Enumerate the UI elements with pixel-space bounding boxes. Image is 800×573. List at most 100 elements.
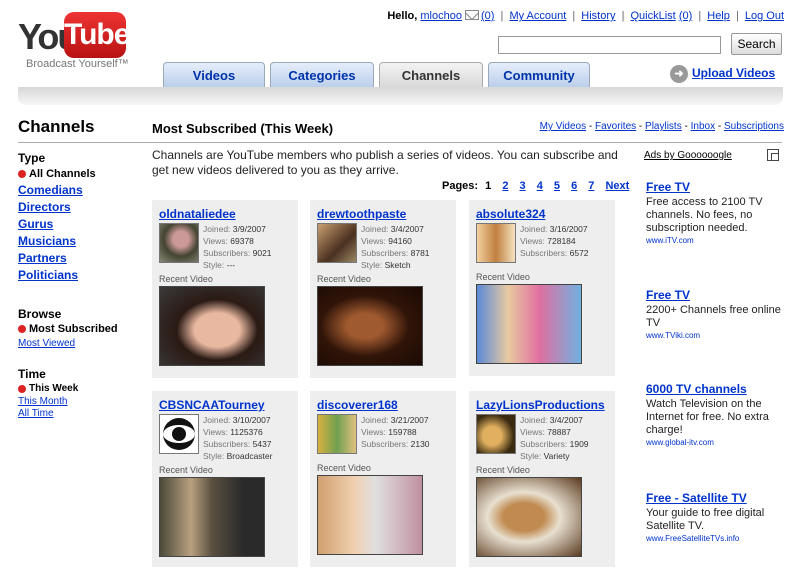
recent-video-thumbnail[interactable] — [159, 286, 265, 366]
channel-stats: Joined: 3/16/2007 Views: 728184 Subscrib… — [520, 224, 589, 258]
sidebar-title: Channels — [18, 117, 95, 136]
page-link[interactable]: 4 — [537, 180, 543, 192]
channel-name-link[interactable]: LazyLionsProductions — [476, 398, 605, 412]
ad-block: Free TV 2200+ Channels free online TV ww… — [646, 288, 791, 340]
ad-url[interactable]: www.FreeSatelliteTVs.info — [646, 534, 791, 543]
my-videos-link[interactable]: My Videos — [540, 121, 587, 132]
ad-title-link[interactable]: 6000 TV channels — [646, 382, 791, 396]
ad-body: Your guide to free digital Satellite TV. — [646, 507, 765, 532]
channel-avatar[interactable] — [476, 223, 516, 263]
page-link[interactable]: 6 — [571, 180, 577, 192]
sidebar-item-comedians[interactable]: Comedians — [18, 183, 143, 197]
channel-avatar[interactable] — [159, 223, 199, 263]
ad-block: 6000 TV channels Watch Television on the… — [646, 382, 791, 447]
recent-video-label: Recent Video — [159, 274, 213, 284]
recent-video-label: Recent Video — [159, 465, 213, 475]
my-account-link[interactable]: My Account — [509, 10, 566, 22]
user-bar: Hello, mlochoo (0) | My Account | Histor… — [387, 10, 784, 22]
tab-channels[interactable]: Channels — [379, 62, 483, 88]
channels-description: Channels are YouTube members who publish… — [152, 148, 618, 177]
ad-title-link[interactable]: Free TV — [646, 288, 791, 302]
subscriptions-link[interactable]: Subscriptions — [724, 121, 784, 132]
logout-link[interactable]: Log Out — [745, 10, 784, 22]
channel-avatar[interactable] — [317, 223, 357, 263]
ad-title-link[interactable]: Free TV — [646, 180, 791, 194]
tab-categories[interactable]: Categories — [270, 62, 374, 88]
help-link[interactable]: Help — [707, 10, 730, 22]
time-this-month[interactable]: This Month — [18, 396, 143, 407]
cbs-eye-icon — [163, 418, 195, 450]
search-input[interactable] — [498, 36, 721, 54]
ads-header[interactable]: Ads by Goooooogle — [644, 150, 732, 161]
page-link[interactable]: 3 — [520, 180, 526, 192]
type-heading: Type — [18, 151, 46, 165]
history-link[interactable]: History — [581, 10, 615, 22]
recent-video-thumbnail[interactable] — [317, 475, 423, 555]
channel-avatar[interactable] — [317, 414, 357, 454]
tab-videos[interactable]: Videos — [163, 62, 265, 88]
quicklist-link[interactable]: QuickList — [631, 10, 676, 22]
channel-name-link[interactable]: discoverer168 — [317, 398, 398, 412]
ad-url[interactable]: www.TViki.com — [646, 331, 791, 340]
sidebar-item-politicians[interactable]: Politicians — [18, 268, 143, 282]
next-page-link[interactable]: Next — [605, 180, 629, 192]
channel-name-link[interactable]: absolute324 — [476, 207, 545, 221]
divider — [18, 142, 782, 143]
recent-video-label: Recent Video — [317, 463, 371, 473]
youtube-logo[interactable]: You Tube Broadcast Yourself™ — [18, 12, 130, 72]
selected-dot-icon — [18, 384, 26, 393]
inbox-link[interactable]: Inbox — [691, 121, 715, 132]
time-all-time[interactable]: All Time — [18, 408, 143, 419]
recent-video-label: Recent Video — [317, 274, 371, 284]
username-link[interactable]: mlochoo — [420, 10, 462, 22]
tab-bar — [18, 87, 783, 105]
channel-avatar[interactable] — [476, 414, 516, 454]
browse-heading: Browse — [18, 307, 62, 321]
ad-url[interactable]: www.global-itv.com — [646, 438, 791, 447]
channel-card: CBSNCAATourney Joined: 3/10/2007 Views: … — [152, 391, 298, 567]
channel-stats: Joined: 3/9/2007 Views: 69378 Subscriber… — [203, 224, 272, 270]
sidebar-item-gurus[interactable]: Gurus — [18, 217, 143, 231]
inbox-count-link[interactable]: (0) — [481, 10, 494, 22]
quicklist-count-link[interactable]: (0) — [679, 10, 692, 22]
hello-text: Hello, — [387, 10, 418, 22]
channel-stats: Joined: 3/4/2007 Views: 94160 Subscriber… — [361, 224, 430, 270]
channel-name-link[interactable]: drewtoothpaste — [317, 207, 406, 221]
ad-block: Free TV Free access to 2100 TV channels.… — [646, 180, 791, 245]
recent-video-label: Recent Video — [476, 465, 530, 475]
recent-video-label: Recent Video — [476, 272, 530, 282]
sidebar-item-partners[interactable]: Partners — [18, 251, 143, 265]
channel-stats: Joined: 3/4/2007 Views: 78887 Subscriber… — [520, 415, 589, 461]
ad-url[interactable]: www.iTV.com — [646, 236, 791, 245]
channel-name-link[interactable]: oldnataliedee — [159, 207, 236, 221]
ad-body: Watch Television on the Internet for fre… — [646, 398, 769, 436]
channel-card: drewtoothpaste Joined: 3/4/2007 Views: 9… — [310, 200, 456, 378]
browse-most-viewed[interactable]: Most Viewed — [18, 338, 143, 349]
recent-video-thumbnail[interactable] — [476, 477, 582, 557]
channel-avatar[interactable] — [159, 414, 199, 454]
search-button[interactable]: Search — [731, 33, 782, 55]
channel-stats: Joined: 3/21/2007 Views: 159788 Subscrib… — [361, 415, 430, 449]
pagination: Pages: 1 2 3 4 5 6 7 Next — [442, 180, 629, 192]
sidebar-item-directors[interactable]: Directors — [18, 200, 143, 214]
ad-body: 2200+ Channels free online TV — [646, 304, 781, 329]
recent-video-thumbnail[interactable] — [476, 284, 582, 364]
tab-community[interactable]: Community — [488, 62, 590, 88]
ad-block: Free - Satellite TV Your guide to free d… — [646, 491, 791, 543]
page-link[interactable]: 7 — [588, 180, 594, 192]
recent-video-thumbnail[interactable] — [317, 286, 423, 366]
popout-icon[interactable] — [767, 149, 779, 161]
channel-card: discoverer168 Joined: 3/21/2007 Views: 1… — [310, 391, 456, 567]
page-link[interactable]: 5 — [554, 180, 560, 192]
channel-card: absolute324 Joined: 3/16/2007 Views: 728… — [469, 200, 615, 376]
page-link[interactable]: 2 — [502, 180, 508, 192]
ad-title-link[interactable]: Free - Satellite TV — [646, 491, 791, 505]
upload-label: Upload Videos — [692, 66, 776, 81]
playlists-link[interactable]: Playlists — [645, 121, 682, 132]
mail-icon[interactable] — [465, 10, 479, 20]
favorites-link[interactable]: Favorites — [595, 121, 636, 132]
recent-video-thumbnail[interactable] — [159, 477, 265, 557]
channel-name-link[interactable]: CBSNCAATourney — [159, 398, 265, 412]
upload-videos-link[interactable]: ➜ Upload Videos — [670, 65, 775, 83]
sidebar-item-musicians[interactable]: Musicians — [18, 234, 143, 248]
